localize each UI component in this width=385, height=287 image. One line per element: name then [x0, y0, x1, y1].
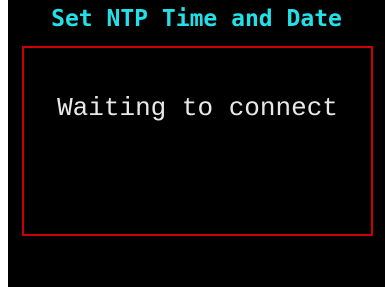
device-screen: Set NTP Time and Date Waiting to connect [8, 0, 385, 287]
screen-title: Set NTP Time and Date [51, 6, 342, 32]
status-message: Waiting to connect [57, 93, 338, 123]
status-frame: Waiting to connect [22, 46, 373, 236]
